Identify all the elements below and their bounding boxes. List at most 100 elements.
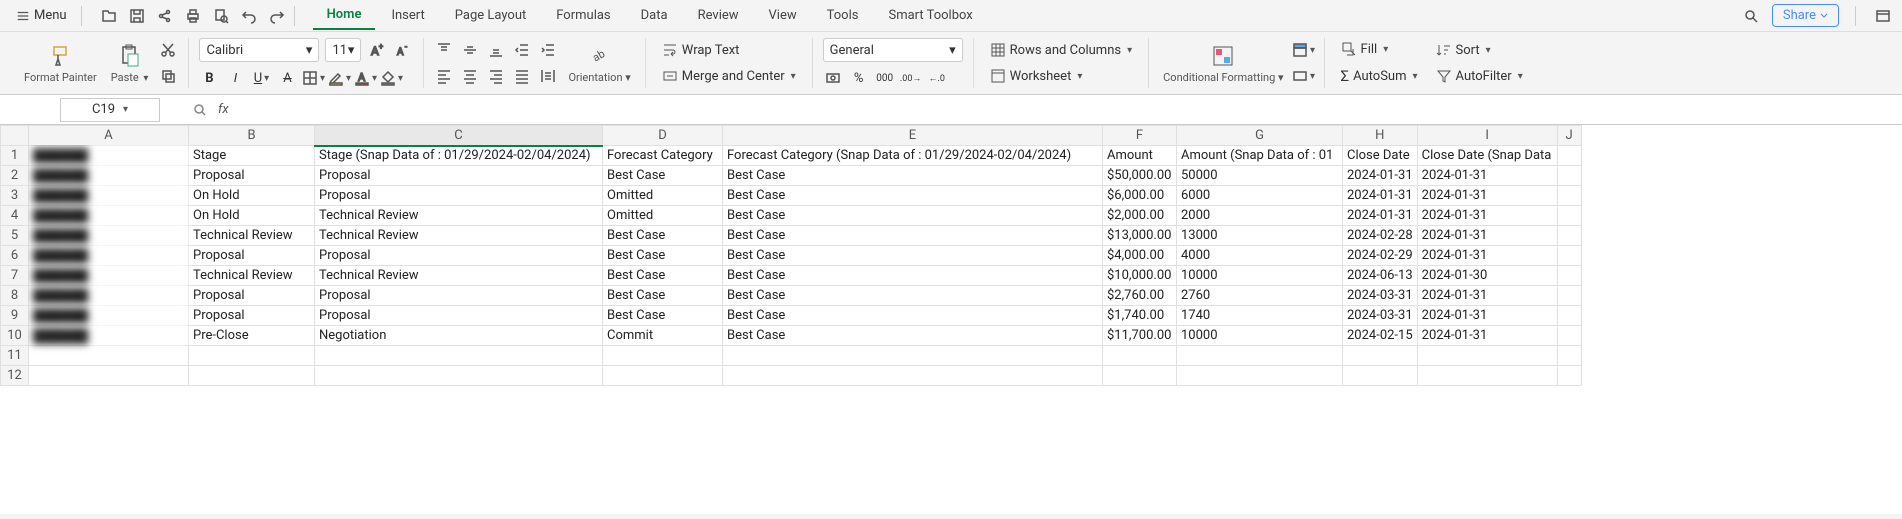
- cell[interactable]: [1557, 166, 1581, 186]
- cell[interactable]: [1557, 226, 1581, 246]
- cell[interactable]: 2024-02-28: [1343, 226, 1418, 246]
- cell[interactable]: Amount (Snap Data of : 01: [1177, 146, 1343, 166]
- cell[interactable]: [315, 346, 603, 366]
- row-header[interactable]: 9: [1, 306, 29, 326]
- cell[interactable]: 2024-01-31: [1417, 186, 1557, 206]
- conditional-formatting-button[interactable]: Conditional Formatting ▾: [1159, 40, 1287, 86]
- cell[interactable]: On Hold: [189, 186, 315, 206]
- name-box[interactable]: C19 ▾: [60, 98, 160, 122]
- cell[interactable]: On Hold: [189, 206, 315, 226]
- col-header-C[interactable]: C: [315, 126, 603, 146]
- tab-data[interactable]: Data: [627, 2, 682, 29]
- share-icon[interactable]: [154, 5, 176, 27]
- cell[interactable]: 2024-06-13: [1343, 266, 1418, 286]
- cell[interactable]: Proposal: [315, 166, 603, 186]
- align-top-icon[interactable]: [434, 40, 454, 60]
- cell[interactable]: 2024-01-31: [1417, 246, 1557, 266]
- cell[interactable]: Best Case: [723, 186, 1103, 206]
- row-header[interactable]: 5: [1, 226, 29, 246]
- strikethrough-icon[interactable]: A: [277, 68, 297, 88]
- cell[interactable]: Best Case: [723, 306, 1103, 326]
- cell[interactable]: 10000: [1177, 266, 1343, 286]
- cell[interactable]: Best Case: [603, 266, 723, 286]
- percent-icon[interactable]: %: [849, 68, 869, 88]
- cell[interactable]: ██████: [29, 266, 189, 286]
- borders-icon[interactable]: ▾: [303, 68, 323, 88]
- undo-icon[interactable]: [238, 5, 260, 27]
- col-header-F[interactable]: F: [1103, 126, 1177, 146]
- row-header[interactable]: 6: [1, 246, 29, 266]
- save-icon[interactable]: [126, 5, 148, 27]
- col-header-J[interactable]: J: [1557, 126, 1581, 146]
- cell[interactable]: $1,740.00: [1103, 306, 1177, 326]
- cell[interactable]: [1557, 186, 1581, 206]
- font-name-select[interactable]: Calibri▾: [199, 38, 319, 62]
- cell[interactable]: ██████: [29, 166, 189, 186]
- rows-columns-button[interactable]: Rows and Columns ▾: [984, 40, 1138, 60]
- search-icon[interactable]: [1740, 5, 1762, 27]
- cell[interactable]: ██████: [29, 226, 189, 246]
- cell[interactable]: [29, 346, 189, 366]
- menu-button[interactable]: Menu: [8, 6, 75, 25]
- cell[interactable]: [1557, 206, 1581, 226]
- worksheet-button[interactable]: Worksheet ▾: [984, 66, 1138, 86]
- cell[interactable]: Technical Review: [189, 226, 315, 246]
- print-preview-icon[interactable]: [210, 5, 232, 27]
- cell[interactable]: ██████: [29, 246, 189, 266]
- cell[interactable]: Best Case: [723, 206, 1103, 226]
- sort-button[interactable]: Sort ▾: [1430, 40, 1529, 60]
- cell[interactable]: $13,000.00: [1103, 226, 1177, 246]
- cell[interactable]: $11,700.00: [1103, 326, 1177, 346]
- cell[interactable]: 2024-02-29: [1343, 246, 1418, 266]
- cell[interactable]: [1557, 286, 1581, 306]
- cell[interactable]: Proposal: [189, 166, 315, 186]
- row-header[interactable]: 7: [1, 266, 29, 286]
- cell[interactable]: 4000: [1177, 246, 1343, 266]
- open-icon[interactable]: [98, 5, 120, 27]
- col-header-A[interactable]: A: [29, 126, 189, 146]
- cell[interactable]: 2024-01-31: [1417, 226, 1557, 246]
- cell[interactable]: $50,000.00: [1103, 166, 1177, 186]
- paste-button[interactable]: Paste ▾: [107, 40, 153, 86]
- cell[interactable]: [1557, 326, 1581, 346]
- cell[interactable]: 2024-01-31: [1417, 166, 1557, 186]
- cell[interactable]: [1103, 346, 1177, 366]
- cell[interactable]: Technical Review: [315, 266, 603, 286]
- cell[interactable]: [1177, 346, 1343, 366]
- cell[interactable]: Best Case: [723, 226, 1103, 246]
- orientation-button[interactable]: ab Orientation ▾: [564, 40, 634, 86]
- cell[interactable]: Stage: [189, 146, 315, 166]
- cell[interactable]: 2024-01-31: [1343, 166, 1418, 186]
- cell[interactable]: [1557, 266, 1581, 286]
- cell[interactable]: Proposal: [315, 286, 603, 306]
- distribute-icon[interactable]: [538, 66, 558, 86]
- tab-insert[interactable]: Insert: [377, 2, 438, 29]
- tab-tools[interactable]: Tools: [813, 2, 873, 29]
- align-right-icon[interactable]: [486, 66, 506, 86]
- font-size-select[interactable]: 11▾: [325, 38, 361, 62]
- row-header[interactable]: 3: [1, 186, 29, 206]
- align-bottom-icon[interactable]: [486, 40, 506, 60]
- col-header-I[interactable]: I: [1417, 126, 1557, 146]
- cell[interactable]: 2024-01-31: [1417, 206, 1557, 226]
- cell[interactable]: Forecast Category (Snap Data of : 01/29/…: [723, 146, 1103, 166]
- cell[interactable]: [603, 346, 723, 366]
- cell[interactable]: [1557, 306, 1581, 326]
- cell[interactable]: ██████: [29, 306, 189, 326]
- row-header[interactable]: 1: [1, 146, 29, 166]
- cell[interactable]: 1740: [1177, 306, 1343, 326]
- cell[interactable]: Best Case: [603, 226, 723, 246]
- autofilter-button[interactable]: AutoFilter ▾: [1430, 66, 1529, 86]
- tab-review[interactable]: Review: [684, 2, 753, 29]
- cell[interactable]: Negotiation: [315, 326, 603, 346]
- cell[interactable]: 6000: [1177, 186, 1343, 206]
- window-options-icon[interactable]: [1872, 5, 1894, 27]
- cell[interactable]: $10,000.00: [1103, 266, 1177, 286]
- format-painter-button[interactable]: Format Painter: [20, 40, 101, 86]
- tab-page-layout[interactable]: Page Layout: [441, 2, 541, 29]
- decrease-indent-icon[interactable]: [512, 40, 532, 60]
- share-button[interactable]: Share: [1772, 4, 1839, 27]
- cell[interactable]: Forecast Category: [603, 146, 723, 166]
- justify-icon[interactable]: [512, 66, 532, 86]
- comma-icon[interactable]: 000: [875, 68, 895, 88]
